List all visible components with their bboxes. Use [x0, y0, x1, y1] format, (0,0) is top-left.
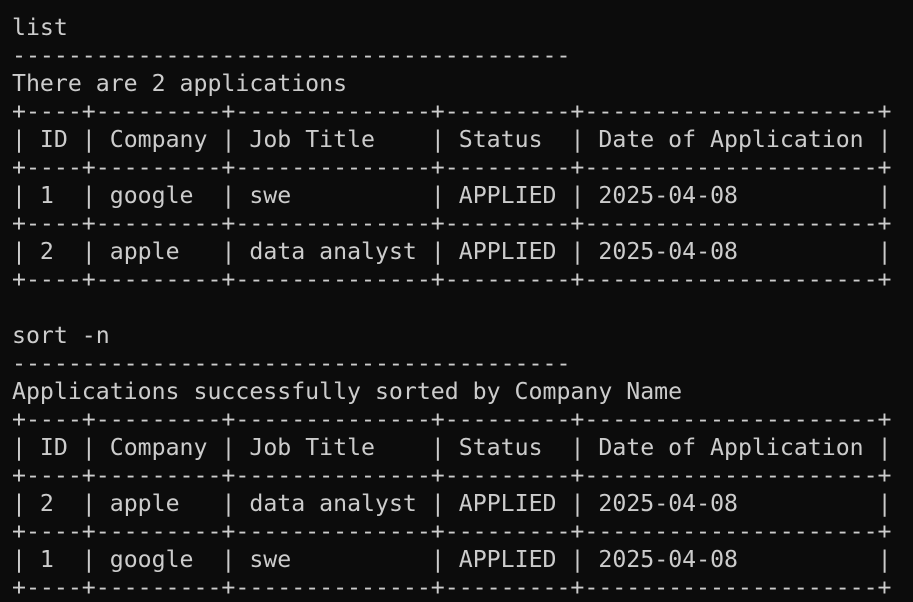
table-cell: APPLIED: [458, 490, 557, 517]
header-cell: Company: [109, 434, 208, 461]
table-cell: data analyst: [249, 238, 417, 265]
table-cell: 1: [39, 182, 54, 209]
table-cell: google: [109, 182, 194, 209]
table-header: | ID | Company | Job Title | Status | Da…: [12, 126, 892, 153]
command-line: sort -n: [12, 322, 110, 349]
table-cell: 2025-04-08: [598, 182, 738, 209]
table-cell: apple: [109, 238, 180, 265]
header-cell: Date of Application: [598, 434, 864, 461]
header-cell: ID: [39, 126, 68, 153]
table-border: +----+---------+--------------+---------…: [12, 154, 892, 181]
header-cell: Company: [109, 126, 208, 153]
header-cell: Status: [458, 126, 543, 153]
table-cell: APPLIED: [458, 238, 557, 265]
table-row: | 1 | google | swe | APPLIED | 2025-04-0…: [12, 182, 892, 209]
table-cell: APPLIED: [458, 182, 557, 209]
table-cell: swe: [249, 182, 292, 209]
table-border: +----+---------+--------------+---------…: [12, 462, 892, 489]
header-cell: Job Title: [249, 434, 375, 461]
table-border: +----+---------+--------------+---------…: [12, 266, 892, 293]
table-cell: 2025-04-08: [598, 546, 738, 573]
separator-line: ----------------------------------------: [12, 42, 571, 69]
header-cell: Status: [458, 434, 543, 461]
header-cell: ID: [39, 434, 68, 461]
table-row: | 2 | apple | data analyst | APPLIED | 2…: [12, 490, 892, 517]
table-cell: 2025-04-08: [598, 490, 739, 517]
header-cell: Date of Application: [598, 126, 864, 153]
table-cell: swe: [249, 546, 292, 573]
table-border: +----+---------+--------------+---------…: [12, 406, 892, 433]
header-cell: Job Title: [249, 126, 375, 153]
table-cell: 2: [39, 238, 54, 265]
table-header: | ID | Company | Job Title | Status | Da…: [12, 434, 892, 461]
table-cell: data analyst: [249, 490, 417, 517]
table-border: +----+---------+--------------+---------…: [12, 518, 892, 545]
terminal-output: list ------------------------------------…: [0, 0, 913, 602]
table-cell: 1: [39, 546, 54, 573]
table-row: | 2 | apple | data analyst | APPLIED | 2…: [12, 238, 892, 265]
table-cell: apple: [109, 490, 180, 517]
message-line: Applications successfully sorted by Comp…: [12, 378, 683, 405]
table-border: +----+---------+--------------+---------…: [12, 98, 892, 125]
table-border: +----+---------+--------------+---------…: [12, 574, 892, 601]
table-cell: 2025-04-08: [598, 238, 739, 265]
command-line: list: [12, 14, 68, 41]
message-line: There are 2 applications: [12, 70, 348, 97]
table-border: +----+---------+--------------+---------…: [12, 210, 892, 237]
separator-line: ----------------------------------------: [12, 350, 571, 377]
table-cell: 2: [39, 490, 54, 517]
table-cell: google: [109, 546, 194, 573]
table-row: | 1 | google | swe | APPLIED | 2025-04-0…: [12, 546, 892, 573]
table-cell: APPLIED: [458, 546, 557, 573]
